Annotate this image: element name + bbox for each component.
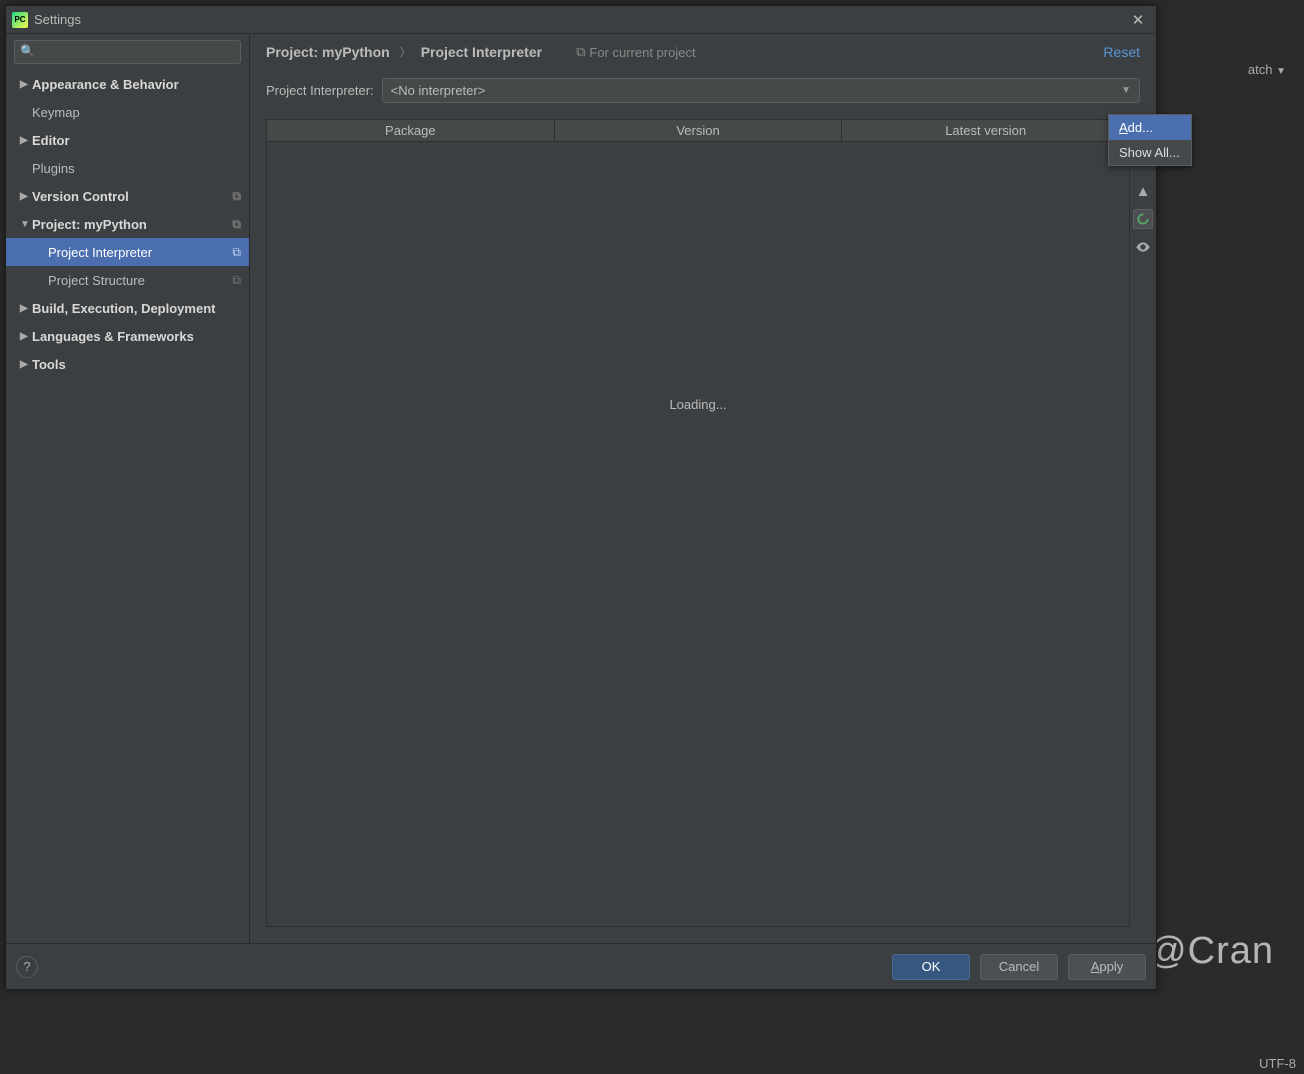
tree-item-label: Version Control	[32, 189, 129, 204]
chevron-down-icon: ▼	[20, 219, 32, 230]
tree-appearance[interactable]: ▶Appearance & Behavior	[6, 70, 249, 98]
tree-item-label: Project Structure	[48, 273, 145, 288]
reset-link[interactable]: Reset	[1103, 44, 1140, 60]
tree-build[interactable]: ▶Build, Execution, Deployment	[6, 294, 249, 322]
col-package[interactable]: Package	[267, 120, 555, 141]
crumb-interpreter: Project Interpreter	[421, 44, 542, 60]
chevron-right-icon: ▶	[20, 135, 32, 146]
package-toolbar: ＋ － ▲	[1130, 119, 1156, 927]
tree-item-label: Plugins	[32, 161, 75, 176]
search-input[interactable]	[14, 40, 241, 64]
cancel-button[interactable]: Cancel	[980, 954, 1058, 980]
chevron-right-icon: ▶	[20, 331, 32, 342]
copy-icon: ⧉	[576, 44, 585, 60]
settings-tree: ▶Appearance & Behavior Keymap ▶Editor Pl…	[6, 70, 249, 943]
breadcrumb: Project: myPython 〉 Project Interpreter …	[250, 34, 1156, 70]
chevron-down-icon: ▼	[1121, 85, 1131, 96]
tree-item-label: Project: myPython	[32, 217, 147, 232]
copy-icon: ⧉	[232, 245, 241, 260]
col-latest[interactable]: Latest version	[842, 120, 1129, 141]
apply-button[interactable]: Apply	[1068, 954, 1146, 980]
interpreter-dropdown-menu: Add... Show All...	[1108, 114, 1192, 166]
packages-table: Package Version Latest version ✲ Loading…	[266, 119, 1130, 927]
interpreter-value: <No interpreter>	[391, 83, 1121, 98]
settings-main: Project: myPython 〉 Project Interpreter …	[250, 34, 1156, 943]
up-icon[interactable]: ▲	[1133, 181, 1153, 201]
tree-project-structure[interactable]: Project Structure ⧉	[6, 266, 249, 294]
settings-dialog: PC Settings ✕ 🔍 ▶Appearance & Behavior K…	[5, 5, 1157, 990]
tree-project[interactable]: ▼Project: myPython ⧉	[6, 210, 249, 238]
chevron-right-icon: ▶	[20, 79, 32, 90]
copy-icon: ⧉	[232, 273, 241, 288]
tree-tools[interactable]: ▶Tools	[6, 350, 249, 378]
close-icon[interactable]: ✕	[1126, 11, 1150, 29]
menu-show-all[interactable]: Show All...	[1109, 140, 1191, 165]
window-title: Settings	[34, 12, 1126, 27]
col-version[interactable]: Version	[555, 120, 843, 141]
titlebar: PC Settings ✕	[6, 6, 1156, 34]
menu-add[interactable]: Add...	[1109, 115, 1191, 140]
refresh-icon[interactable]	[1133, 209, 1153, 229]
chevron-right-icon: ▶	[20, 191, 32, 202]
show-paths-icon[interactable]	[1133, 237, 1153, 257]
ide-status-bar: UTF-8	[1251, 1052, 1304, 1074]
app-icon: PC	[12, 12, 28, 28]
table-header: Package Version Latest version	[267, 120, 1129, 142]
tree-item-label: Appearance & Behavior	[32, 77, 179, 92]
interpreter-label: Project Interpreter:	[266, 83, 374, 98]
chevron-right-icon: 〉	[400, 44, 411, 60]
status-encoding: UTF-8	[1259, 1056, 1296, 1071]
help-icon[interactable]: ?	[16, 956, 38, 978]
for-current-project-label: ⧉For current project	[576, 44, 696, 60]
tree-plugins[interactable]: Plugins	[6, 154, 249, 182]
tree-item-label: Languages & Frameworks	[32, 329, 194, 344]
interpreter-combo[interactable]: <No interpreter> ▼	[382, 78, 1140, 103]
tree-item-label: Build, Execution, Deployment	[32, 301, 215, 316]
tree-item-label: Tools	[32, 357, 66, 372]
copy-icon: ⧉	[232, 217, 241, 232]
chevron-right-icon: ▶	[20, 303, 32, 314]
ok-button[interactable]: OK	[892, 954, 970, 980]
settings-sidebar: 🔍 ▶Appearance & Behavior Keymap ▶Editor …	[6, 34, 250, 943]
loading-text: Loading...	[669, 397, 726, 412]
tree-item-label: Editor	[32, 133, 70, 148]
dialog-footer: ? OK Cancel Apply	[6, 943, 1156, 989]
scratch-label-peek: atch ▼	[1248, 62, 1286, 77]
tree-item-label: Keymap	[32, 105, 80, 120]
tree-vcs[interactable]: ▶Version Control ⧉	[6, 182, 249, 210]
tree-editor[interactable]: ▶Editor	[6, 126, 249, 154]
crumb-project[interactable]: Project: myPython	[266, 44, 390, 60]
table-body: ✲ Loading...	[267, 142, 1129, 926]
copy-icon: ⧉	[232, 189, 241, 204]
tree-languages[interactable]: ▶Languages & Frameworks	[6, 322, 249, 350]
tree-item-label: Project Interpreter	[48, 245, 152, 260]
tree-keymap[interactable]: Keymap	[6, 98, 249, 126]
search-icon: 🔍	[20, 44, 35, 58]
tree-project-interpreter[interactable]: Project Interpreter ⧉	[6, 238, 249, 266]
chevron-right-icon: ▶	[20, 359, 32, 370]
chevron-down-icon: ▼	[1276, 66, 1286, 77]
